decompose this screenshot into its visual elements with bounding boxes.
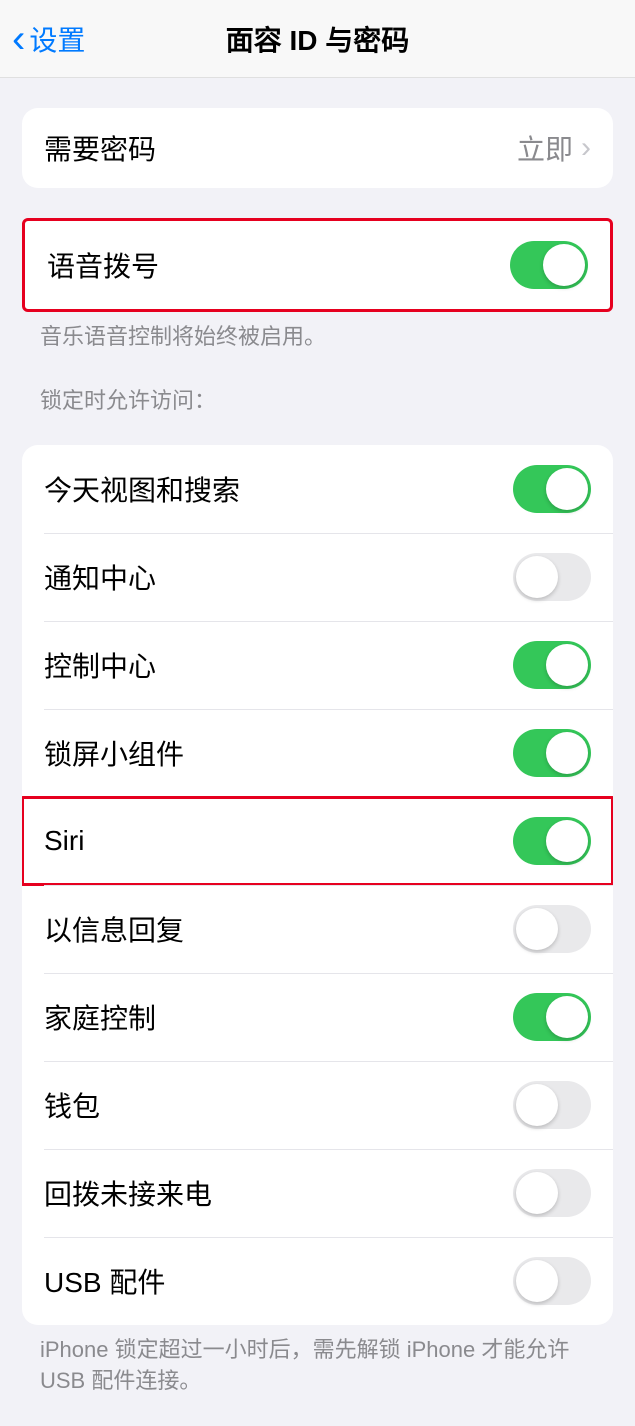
toggle-knob [516, 1172, 558, 1214]
toggle-knob [516, 1084, 558, 1126]
row-lock-access-item: USB 配件 [22, 1237, 613, 1325]
row-require-passcode[interactable]: 需要密码 立即 › [22, 108, 613, 188]
row-label: 家庭控制 [44, 997, 513, 1037]
row-label: 需要密码 [44, 128, 517, 168]
toggle-knob [543, 244, 585, 286]
settings-content: 需要密码 立即 › 语音拨号 音乐语音控制将始终被启用。 锁定时允许访问： 今天… [0, 108, 635, 1426]
back-button[interactable]: ‹ 设置 [0, 19, 97, 59]
row-lock-access-item: 以信息回复 [22, 885, 613, 973]
voice-dial-toggle[interactable] [510, 241, 588, 289]
voice-dial-footer: 音乐语音控制将始终被启用。 [40, 322, 613, 353]
group-lock-access: 今天视图和搜索通知中心控制中心锁屏小组件 Siri 以信息回复家庭控制钱包回拨未接来… [22, 445, 613, 1325]
row-label: USB 配件 [44, 1261, 513, 1301]
lock-access-header: 锁定时允许访问： [40, 383, 613, 415]
group-require-passcode: 需要密码 立即 › [22, 108, 613, 188]
toggle-knob [546, 820, 588, 862]
chevron-right-icon: › [581, 131, 591, 165]
row-lock-access-item: 控制中心 [22, 621, 613, 709]
page-title: 面容 ID 与密码 [226, 19, 410, 59]
row-value: 立即 [517, 128, 573, 168]
row-label: 以信息回复 [44, 909, 513, 949]
row-label: 钱包 [44, 1085, 513, 1125]
row-lock-access-item: 回拨未接来电 [22, 1149, 613, 1237]
toggle-knob [546, 644, 588, 686]
group-voice-dial: 语音拨号 [22, 218, 613, 312]
lock-access-toggle[interactable] [513, 1257, 591, 1305]
row-label: Siri [44, 825, 513, 857]
lock-access-toggle[interactable] [513, 1081, 591, 1129]
toggle-knob [546, 732, 588, 774]
row-lock-access-item: 今天视图和搜索 [22, 445, 613, 533]
row-label: 语音拨号 [47, 245, 510, 285]
lock-access-footer: iPhone 锁定超过一小时后，需先解锁 iPhone 才能允许 USB 配件连… [40, 1335, 613, 1397]
row-label: 控制中心 [44, 645, 513, 685]
toggle-knob [546, 996, 588, 1038]
row-lock-access-item: Siri [22, 796, 613, 886]
row-lock-access-item: 家庭控制 [22, 973, 613, 1061]
lock-access-toggle[interactable] [513, 641, 591, 689]
lock-access-toggle[interactable] [513, 553, 591, 601]
row-label: 回拨未接来电 [44, 1173, 513, 1213]
navigation-bar: ‹ 设置 面容 ID 与密码 [0, 0, 635, 78]
lock-access-toggle[interactable] [513, 993, 591, 1041]
back-label: 设置 [29, 19, 85, 59]
lock-access-toggle[interactable] [513, 817, 591, 865]
row-label: 今天视图和搜索 [44, 469, 513, 509]
lock-access-toggle[interactable] [513, 905, 591, 953]
lock-access-toggle[interactable] [513, 1169, 591, 1217]
row-label: 通知中心 [44, 557, 513, 597]
toggle-knob [516, 908, 558, 950]
toggle-knob [546, 468, 588, 510]
toggle-knob [516, 556, 558, 598]
row-lock-access-item: 锁屏小组件 [22, 709, 613, 797]
row-label: 锁屏小组件 [44, 733, 513, 773]
chevron-left-icon: ‹ [12, 19, 25, 59]
toggle-knob [516, 1260, 558, 1302]
row-lock-access-item: 通知中心 [22, 533, 613, 621]
lock-access-toggle[interactable] [513, 465, 591, 513]
row-lock-access-item: 钱包 [22, 1061, 613, 1149]
row-voice-dial: 语音拨号 [25, 221, 610, 309]
lock-access-toggle[interactable] [513, 729, 591, 777]
